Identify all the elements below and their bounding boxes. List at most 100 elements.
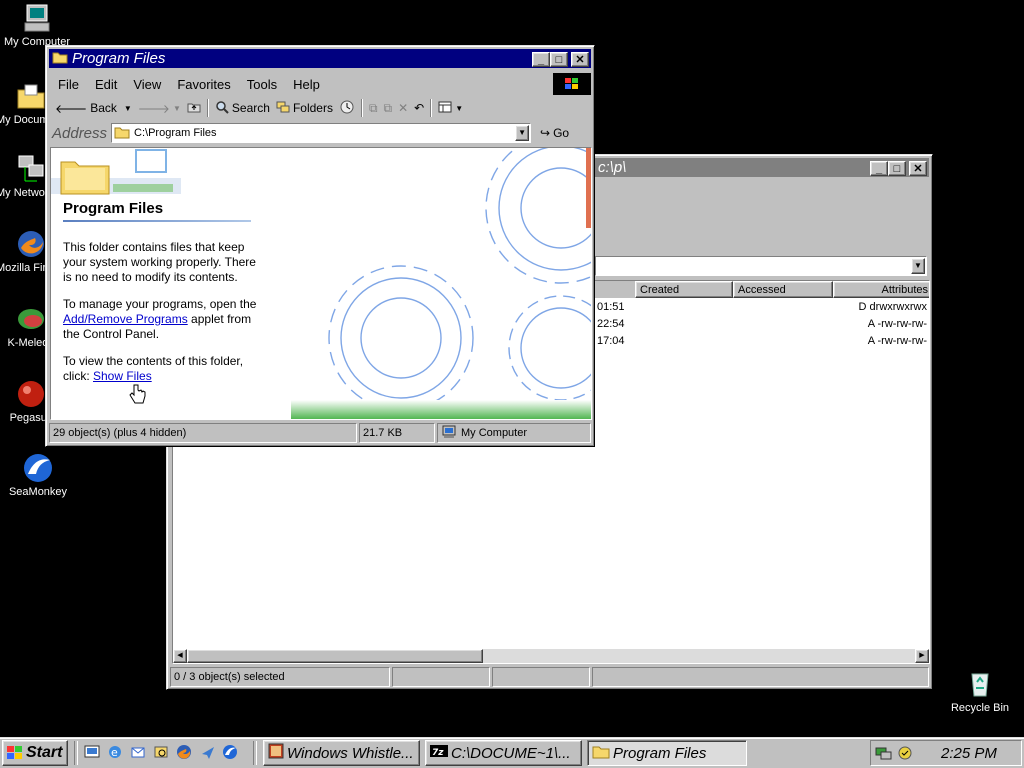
folders-button[interactable]: Folders (273, 100, 336, 117)
menu-favorites[interactable]: Favorites (169, 77, 238, 92)
status-objects: 29 object(s) (plus 4 hidden) (49, 423, 357, 443)
title-bar[interactable]: Program Files (49, 49, 591, 68)
row-attributes: D drwxrwxrwx (858, 301, 927, 313)
add-remove-programs-link[interactable]: Add/Remove Programs (63, 312, 188, 326)
address-dropdown-arrow-icon[interactable]: ▼ (515, 125, 530, 141)
desktop-icon-seamonkey[interactable]: SeaMonkey (3, 452, 73, 498)
column-header-created[interactable]: Created (635, 281, 733, 298)
back-button[interactable]: 🡐 Back ▼ (52, 101, 135, 116)
maximize-button[interactable]: □ (550, 52, 568, 67)
computer-icon (441, 425, 457, 442)
desktop-icon-label: SeaMonkey (8, 486, 68, 498)
status-zone: My Computer (437, 423, 591, 443)
clock[interactable]: 2:25 PM (941, 745, 997, 762)
address-label: Address (52, 124, 108, 142)
address-input[interactable]: C:\Program Files ▼ (111, 123, 532, 143)
scroll-thumb[interactable] (187, 649, 483, 663)
start-button[interactable]: Start (2, 740, 68, 766)
computer-icon (21, 2, 53, 34)
history-button[interactable] (336, 99, 358, 118)
close-button[interactable]: ✕ (909, 161, 927, 176)
desktop-icon-recycle-bin[interactable]: Recycle Bin (945, 668, 1015, 714)
copy-to-icon: ⧉ (383, 100, 393, 115)
undo-button[interactable]: ↶ (411, 101, 427, 115)
move-to-button[interactable]: ⧉ (366, 101, 381, 116)
menu-file[interactable]: File (50, 77, 87, 92)
go-button[interactable]: ↪ Go (537, 126, 572, 140)
search-icon (215, 100, 229, 117)
seamonkey-icon[interactable] (222, 744, 238, 760)
description-paragraph: This folder contains files that keep you… (63, 240, 256, 284)
menu-help[interactable]: Help (285, 77, 328, 92)
column-header-attributes[interactable]: Attributes (833, 281, 929, 298)
status-panel (592, 667, 929, 687)
folder-icon (15, 80, 47, 112)
taskbar-button-windows-whistle[interactable]: Windows Whistle... (263, 740, 420, 766)
7zip-icon: 7z (430, 744, 448, 762)
info-text: This folder contains files that keep you… (63, 240, 259, 384)
show-desktop-icon[interactable] (84, 744, 100, 760)
minimize-button[interactable]: _ (532, 52, 550, 67)
status-panel (492, 667, 590, 687)
row-attributes: A -rw-rw-rw- (867, 335, 927, 347)
menu-bar: File Edit View Favorites Tools Help (50, 74, 328, 94)
hand-cursor-icon (129, 384, 146, 404)
chevron-down-icon[interactable]: ▼ (455, 104, 463, 113)
back-arrow-icon: 🡐 (55, 101, 88, 116)
folder-icon (592, 743, 610, 763)
thunderbird-icon[interactable] (200, 744, 216, 760)
close-button[interactable]: ✕ (571, 52, 589, 67)
delete-icon: ✕ (398, 101, 409, 115)
horizontal-scrollbar[interactable]: ◀ ▶ (173, 649, 929, 663)
taskbar-button-7zip[interactable]: 7z C:\DOCUME~1\... (425, 740, 582, 766)
folder-icon (114, 125, 130, 142)
manage-paragraph: To manage your programs, open the Add/Re… (63, 297, 257, 341)
security-tray-icon[interactable] (897, 745, 913, 764)
seamonkey-icon (22, 452, 54, 484)
copy-to-button[interactable]: ⧉ (381, 101, 396, 116)
chevron-down-icon[interactable]: ▼ (173, 104, 181, 113)
scroll-right-button[interactable]: ▶ (915, 649, 929, 663)
windows-explorer-icon[interactable] (153, 744, 169, 760)
heading-underline (63, 220, 251, 222)
views-icon (438, 101, 452, 116)
taskbar-separator (74, 741, 78, 765)
menu-view[interactable]: View (125, 77, 169, 92)
minimize-button[interactable]: _ (870, 161, 888, 176)
row-time: 22:54 (597, 318, 625, 330)
delete-button[interactable]: ✕ (395, 101, 411, 115)
page-title: Program Files (63, 200, 164, 217)
firefox-icon[interactable] (176, 744, 192, 760)
row-time: 01:51 (597, 301, 625, 313)
maximize-button[interactable]: □ (888, 161, 906, 176)
menu-tools[interactable]: Tools (239, 77, 285, 92)
undo-icon: ↶ (414, 101, 425, 115)
taskbar-button-program-files[interactable]: Program Files (587, 740, 747, 766)
forward-button[interactable]: 🡒 ▼ (135, 101, 184, 116)
views-button[interactable]: ▼ (435, 101, 466, 116)
windows-logo-icon (553, 73, 591, 95)
app-window-icon (268, 743, 284, 763)
folder-icon (52, 50, 68, 67)
explorer-window[interactable]: Program Files _ □ ✕ File Edit View Favor… (45, 45, 595, 447)
search-button[interactable]: Search (212, 100, 273, 117)
history-icon (339, 99, 355, 118)
chevron-down-icon[interactable]: ▼ (124, 104, 132, 113)
outlook-express-icon[interactable] (130, 744, 146, 760)
svg-text:e: e (111, 746, 118, 759)
network-icon (15, 153, 47, 185)
network-tray-icon[interactable] (875, 745, 893, 764)
column-header-accessed[interactable]: Accessed (733, 281, 833, 298)
forward-arrow-icon: 🡒 (137, 101, 170, 116)
show-files-link[interactable]: Show Files (93, 369, 152, 383)
path-combobox[interactable]: ▼ (595, 256, 927, 276)
scroll-left-button[interactable]: ◀ (173, 649, 187, 663)
up-folder-button[interactable] (184, 101, 204, 116)
desktop-icon-my-computer[interactable]: My Computer (2, 2, 72, 48)
folder-graphic-icon (51, 149, 181, 195)
window-title: Program Files (72, 50, 166, 67)
internet-explorer-icon[interactable]: e (107, 744, 123, 760)
firefox-icon (15, 228, 47, 260)
dropdown-arrow-icon[interactable]: ▼ (911, 258, 925, 274)
menu-edit[interactable]: Edit (87, 77, 125, 92)
